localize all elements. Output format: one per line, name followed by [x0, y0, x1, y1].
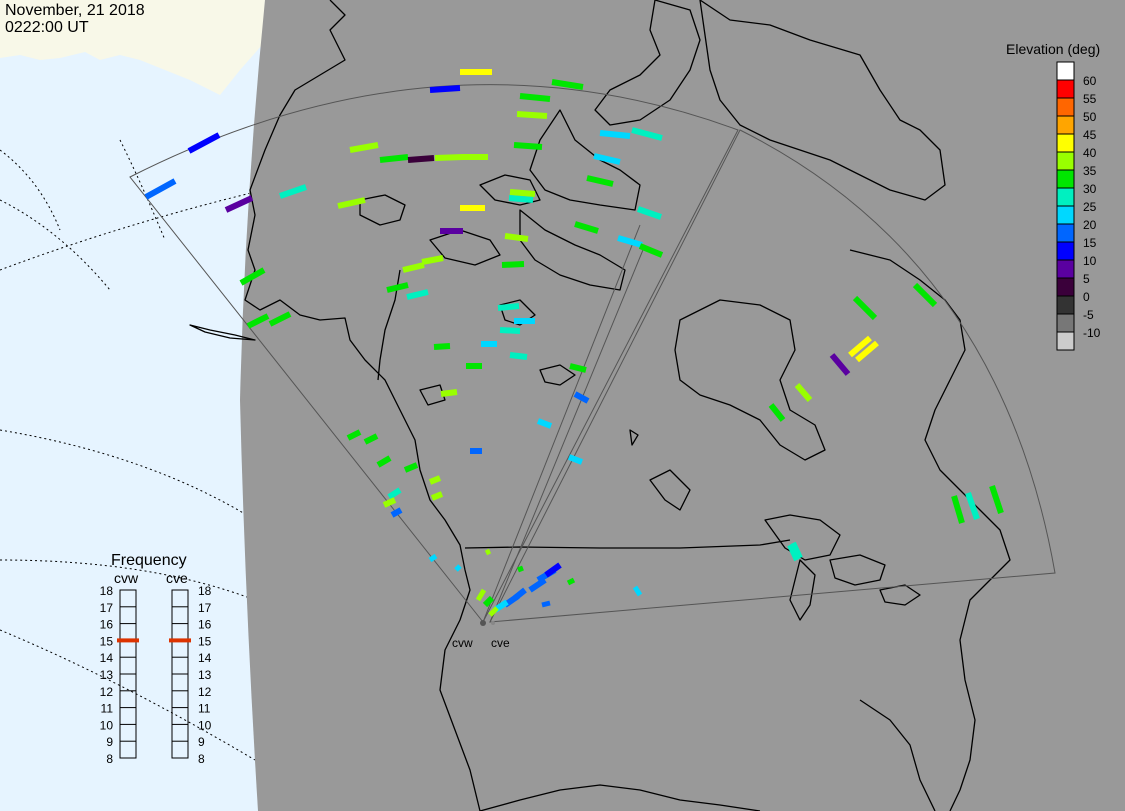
frequency-tick-right: 18 — [198, 584, 212, 598]
echo-segment — [428, 553, 438, 563]
colorbar-swatch — [1056, 259, 1075, 279]
colorbar-tick-label: 0 — [1083, 290, 1090, 304]
echo-segment — [517, 565, 524, 573]
echo-segment — [379, 154, 409, 163]
radar-site-cvw — [480, 620, 486, 626]
colorbar-tick-label: 55 — [1083, 92, 1097, 106]
frequency-tick-left: 12 — [100, 685, 114, 699]
colorbar-swatch — [1056, 241, 1075, 261]
echo-segment — [566, 577, 576, 586]
colorbar-tick-label: 60 — [1083, 74, 1097, 88]
colorbar-swatch — [1056, 205, 1075, 225]
frequency-tick-right: 11 — [198, 702, 211, 716]
frequency-radar-label-cvw: cvw — [114, 570, 139, 586]
echo-segment — [504, 233, 529, 242]
colorbar-tick-label: -5 — [1083, 308, 1094, 322]
frequency-title: Frequency — [111, 552, 187, 569]
radar-site-cve — [491, 621, 495, 625]
frequency-tick-left: 14 — [100, 651, 114, 665]
echo-segment — [440, 389, 458, 397]
frequency-tick-right: 8 — [198, 752, 205, 766]
echo-segment — [501, 261, 525, 268]
colorbar-tick-label: 25 — [1083, 200, 1097, 214]
echo-segment — [519, 93, 551, 102]
colorbar-tick-label: 30 — [1083, 182, 1097, 196]
colorbar-title: Elevation (deg) — [1006, 41, 1100, 57]
date-label: November, 21 2018 — [5, 2, 145, 19]
frequency-tick-right: 14 — [198, 651, 212, 665]
colorbar-swatch — [1056, 313, 1075, 333]
radar-site-label-cvw: cvw — [452, 636, 473, 650]
echo-segment — [484, 548, 492, 556]
echo-segment — [421, 255, 444, 265]
colorbar-tick-label: 50 — [1083, 110, 1097, 124]
frequency-tick-left: 13 — [100, 668, 114, 682]
colorbar-swatch — [1056, 295, 1075, 315]
frequency-tick-right: 15 — [198, 634, 212, 648]
colorbar-swatch — [1056, 187, 1075, 207]
colorbar-tick-label: 20 — [1083, 218, 1097, 232]
echo-segment — [508, 195, 534, 203]
echo-segment — [509, 352, 528, 360]
echo-segment — [509, 189, 536, 197]
frequency-tick-left: 10 — [100, 718, 114, 732]
frequency-tick-left: 16 — [100, 618, 114, 632]
colorbar-tick-label: 15 — [1083, 236, 1097, 250]
frequency-tick-left: 9 — [106, 735, 113, 749]
frequency-marker-cve — [169, 638, 191, 643]
echo-segment — [407, 155, 435, 163]
colorbar-swatch — [1056, 97, 1075, 117]
frequency-marker-cvw — [117, 638, 139, 643]
frequency-tick-right: 9 — [198, 735, 205, 749]
echo-segment — [599, 130, 631, 139]
colorbar-swatch — [1056, 115, 1075, 135]
colorbar-tick-label: -10 — [1083, 326, 1101, 340]
colorbar-tick-label: 10 — [1083, 254, 1097, 268]
radar-map: cvw cve November, 21 2018 0222:00 UT Ele… — [0, 0, 1125, 811]
colorbar-tick-label: 35 — [1083, 164, 1097, 178]
frequency-tick-right: 10 — [198, 718, 212, 732]
echo-segment — [433, 343, 451, 350]
frequency-tick-right: 12 — [198, 685, 212, 699]
echo-segment — [513, 142, 543, 150]
echo-segment — [541, 600, 551, 608]
colorbar-swatch — [1056, 79, 1075, 99]
echo-segment — [499, 327, 521, 334]
radar-site-label-cve: cve — [491, 636, 510, 650]
frequency-radar-label-cve: cve — [166, 570, 188, 586]
frequency-tick-right: 13 — [198, 668, 212, 682]
echo-segment — [569, 363, 587, 373]
frequency-tick-right: 17 — [198, 601, 212, 615]
frequency-tick-left: 15 — [100, 634, 114, 648]
frequency-tick-left: 18 — [100, 584, 114, 598]
frequency-tick-left: 11 — [101, 702, 114, 716]
colorbar-swatch — [1056, 331, 1075, 351]
frequency-tick-left: 17 — [100, 601, 114, 615]
echo-segment — [430, 491, 444, 501]
echo-segment — [434, 154, 464, 161]
colorbar-swatch — [1056, 61, 1075, 81]
echo-segment — [428, 475, 442, 485]
colorbar-tick-label: 45 — [1083, 128, 1097, 142]
nightside-shading — [240, 0, 1125, 811]
colorbar-swatch — [1056, 223, 1075, 243]
echo-segment — [429, 85, 461, 93]
frequency-tick-left: 8 — [106, 752, 113, 766]
colorbar-tick-label: 5 — [1083, 272, 1090, 286]
colorbar-swatch — [1056, 277, 1075, 297]
echo-segment — [497, 303, 520, 311]
colorbar-swatch — [1056, 133, 1075, 153]
colorbar-swatch — [1056, 169, 1075, 189]
colorbar-swatch — [1056, 151, 1075, 171]
frequency-tick-right: 16 — [198, 618, 212, 632]
colorbar-tick-label: 40 — [1083, 146, 1097, 160]
echo-segment — [454, 564, 462, 572]
time-label: 0222:00 UT — [5, 19, 89, 36]
echo-segment — [516, 111, 548, 119]
